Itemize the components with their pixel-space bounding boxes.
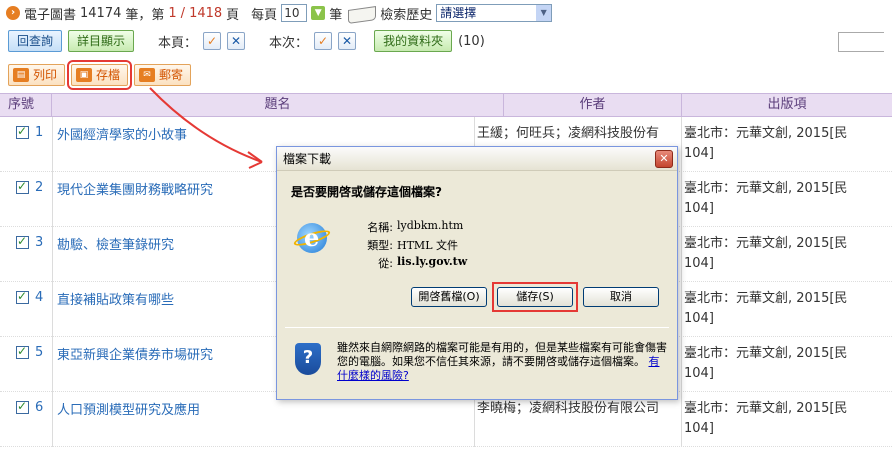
row-number: 4 [35, 290, 44, 305]
envelope-icon: ✉ [139, 68, 156, 82]
session-select-label: 本次： [269, 35, 309, 51]
warning-text: 雖然來自網際網路的檔案可能是有用的，但是某些檔案有可能會傷害您的電腦。如果您不信… [337, 341, 667, 368]
row-author: 王緩；何旺兵；凌網科技股份有 [477, 126, 660, 141]
cancel-button[interactable]: 取消 [583, 287, 659, 307]
row-number: 3 [35, 235, 44, 250]
clear-session-icon[interactable]: ✕ [338, 32, 357, 50]
page-separator: / [180, 5, 186, 21]
file-type-label: 類型: [367, 239, 393, 252]
detail-view-button[interactable]: 詳目顯示 [68, 30, 135, 52]
file-name-row: 名稱: lydbkm.htm [349, 219, 463, 235]
row-number: 1 [35, 125, 44, 140]
per-page-unit: 筆 [329, 7, 343, 23]
select-all-page-icon[interactable]: ✓ [203, 32, 222, 50]
row-checkbox[interactable] [16, 234, 29, 249]
row-publisher: 臺北市：元華文創, 2015[民104] [684, 291, 848, 326]
history-select[interactable]: 請選擇 ▼ [436, 4, 553, 22]
dialog-title: 檔案下載 [283, 152, 332, 166]
row-title-link[interactable]: 東亞新興企業債券市場研究 [57, 344, 213, 363]
row-publisher: 臺北市：元華文創, 2015[民104] [684, 236, 848, 271]
row-number: 2 [35, 180, 44, 195]
page-unit: 頁 [226, 7, 240, 23]
results-table-header: 序號 題名 作者 出版項 [0, 93, 892, 117]
save-label: 存檔 [96, 68, 121, 82]
row-title-link[interactable]: 勘驗、檢查筆錄研究 [57, 234, 174, 253]
close-icon[interactable]: ✕ [655, 150, 673, 168]
page-current: 1 [168, 5, 177, 21]
row-checkbox[interactable] [16, 179, 29, 194]
select-all-session-icon[interactable]: ✓ [314, 32, 333, 50]
row-checkbox[interactable] [16, 399, 29, 414]
arrow-circle-icon: › [6, 6, 20, 20]
total-count: 14174 [80, 5, 122, 21]
row-checkbox[interactable] [16, 289, 29, 304]
row-number: 6 [35, 400, 44, 415]
mail-label: 郵寄 [159, 68, 184, 82]
file-source-row: 從: lis.ly.gov.tw [349, 255, 467, 271]
row-checkbox[interactable] [16, 344, 29, 359]
row-publisher: 臺北市：元華文創, 2015[民104] [684, 181, 848, 216]
page-select-label: 本頁： [158, 35, 198, 51]
collection-label: 電子圖書 [24, 7, 77, 23]
file-name-label: 名稱: [367, 221, 393, 234]
toolbar: 回查詢 詳目顯示 本頁： ✓ ✕ 本次： ✓ ✕ 我的資料夾 (10) [8, 30, 892, 52]
table-row: 6 人口預測模型研究及應用 李曉梅；凌網科技股份有限公司 臺北市：元華文創, 2… [0, 392, 892, 447]
save-highlight: 儲存(S) [492, 282, 578, 312]
dialog-title-bar[interactable]: 檔案下載 ✕ [277, 147, 677, 171]
header-publisher[interactable]: 出版項 [682, 94, 892, 116]
history-select-value: 請選擇 [440, 6, 477, 20]
print-label: 列印 [33, 68, 58, 82]
row-title-link[interactable]: 現代企業集團財務戰略研究 [57, 179, 213, 198]
header-author[interactable]: 作者 [504, 94, 682, 116]
row-checkbox[interactable] [16, 124, 29, 139]
result-summary-bar: › 電子圖書 14174 筆，第 1/1418 頁 每頁 10 ▼ 筆 檢索歷史… [0, 0, 892, 26]
save-button[interactable]: ▣ 存檔 [67, 60, 133, 90]
row-publisher: 臺北市：元華文創, 2015[民104] [684, 401, 848, 436]
action-bar: ▤ 列印 ▣ 存檔 ✉ 郵寄 [8, 60, 192, 90]
chevron-down-icon[interactable]: ▼ [311, 6, 326, 20]
row-title-link[interactable]: 直接補貼政策有哪些 [57, 289, 174, 308]
file-source-label: 從: [378, 257, 393, 270]
page-total: 1418 [189, 5, 223, 21]
save-file-button[interactable]: 儲存(S) [497, 287, 573, 307]
history-label: 檢索歷史 [380, 7, 433, 23]
per-page-select[interactable]: 10 [281, 4, 308, 22]
dialog-button-row: 開啓舊檔(O) 儲存(S) 取消 [411, 282, 659, 312]
dialog-question: 是否要開啓或儲存這個檔案? [291, 185, 442, 199]
file-download-dialog: 檔案下載 ✕ 是否要開啓或儲存這個檔案? 名稱: lydbkm.htm 類型: … [276, 146, 678, 400]
chevron-down-icon[interactable]: ▼ [536, 5, 552, 21]
header-seq[interactable]: 序號 [0, 94, 52, 116]
print-button[interactable]: ▤ 列印 [8, 64, 66, 86]
row-number: 5 [35, 345, 44, 360]
clear-page-icon[interactable]: ✕ [227, 32, 246, 50]
count-unit: 筆，第 [125, 7, 165, 23]
row-author: 李曉梅；凌網科技股份有限公司 [477, 401, 660, 416]
folder-count: (10) [458, 33, 485, 49]
file-name-value: lydbkm.htm [397, 219, 464, 232]
row-title-link[interactable]: 人口預測模型研究及應用 [57, 399, 200, 418]
per-page-label: 每頁 [251, 7, 278, 23]
printer-icon: ▤ [13, 68, 29, 82]
file-type-value: HTML 文件 [397, 239, 458, 252]
back-to-search-button[interactable]: 回查詢 [8, 30, 63, 52]
row-publisher: 臺北市：元華文創, 2015[民104] [684, 126, 848, 161]
save-file-icon: ▣ [76, 68, 93, 82]
file-type-row: 類型: HTML 文件 [349, 237, 458, 253]
file-source-value: lis.ly.gov.tw [397, 255, 468, 268]
row-publisher: 臺北市：元華文創, 2015[民104] [684, 346, 848, 381]
security-shield-icon: ? [295, 343, 321, 375]
my-folder-button[interactable]: 我的資料夾 [374, 30, 453, 52]
dialog-divider [285, 327, 669, 328]
security-warning: 雖然來自網際網路的檔案可能是有用的，但是某些檔案有可能會傷害您的電腦。如果您不信… [337, 341, 667, 383]
ie-file-icon [292, 223, 332, 253]
book-icon [346, 4, 376, 22]
row-title-link[interactable]: 外國經濟學家的小故事 [57, 124, 187, 143]
header-title[interactable]: 題名 [52, 94, 504, 116]
quick-input[interactable] [838, 32, 884, 52]
mail-button[interactable]: ✉ 郵寄 [134, 64, 192, 86]
open-file-button[interactable]: 開啓舊檔(O) [411, 287, 487, 307]
